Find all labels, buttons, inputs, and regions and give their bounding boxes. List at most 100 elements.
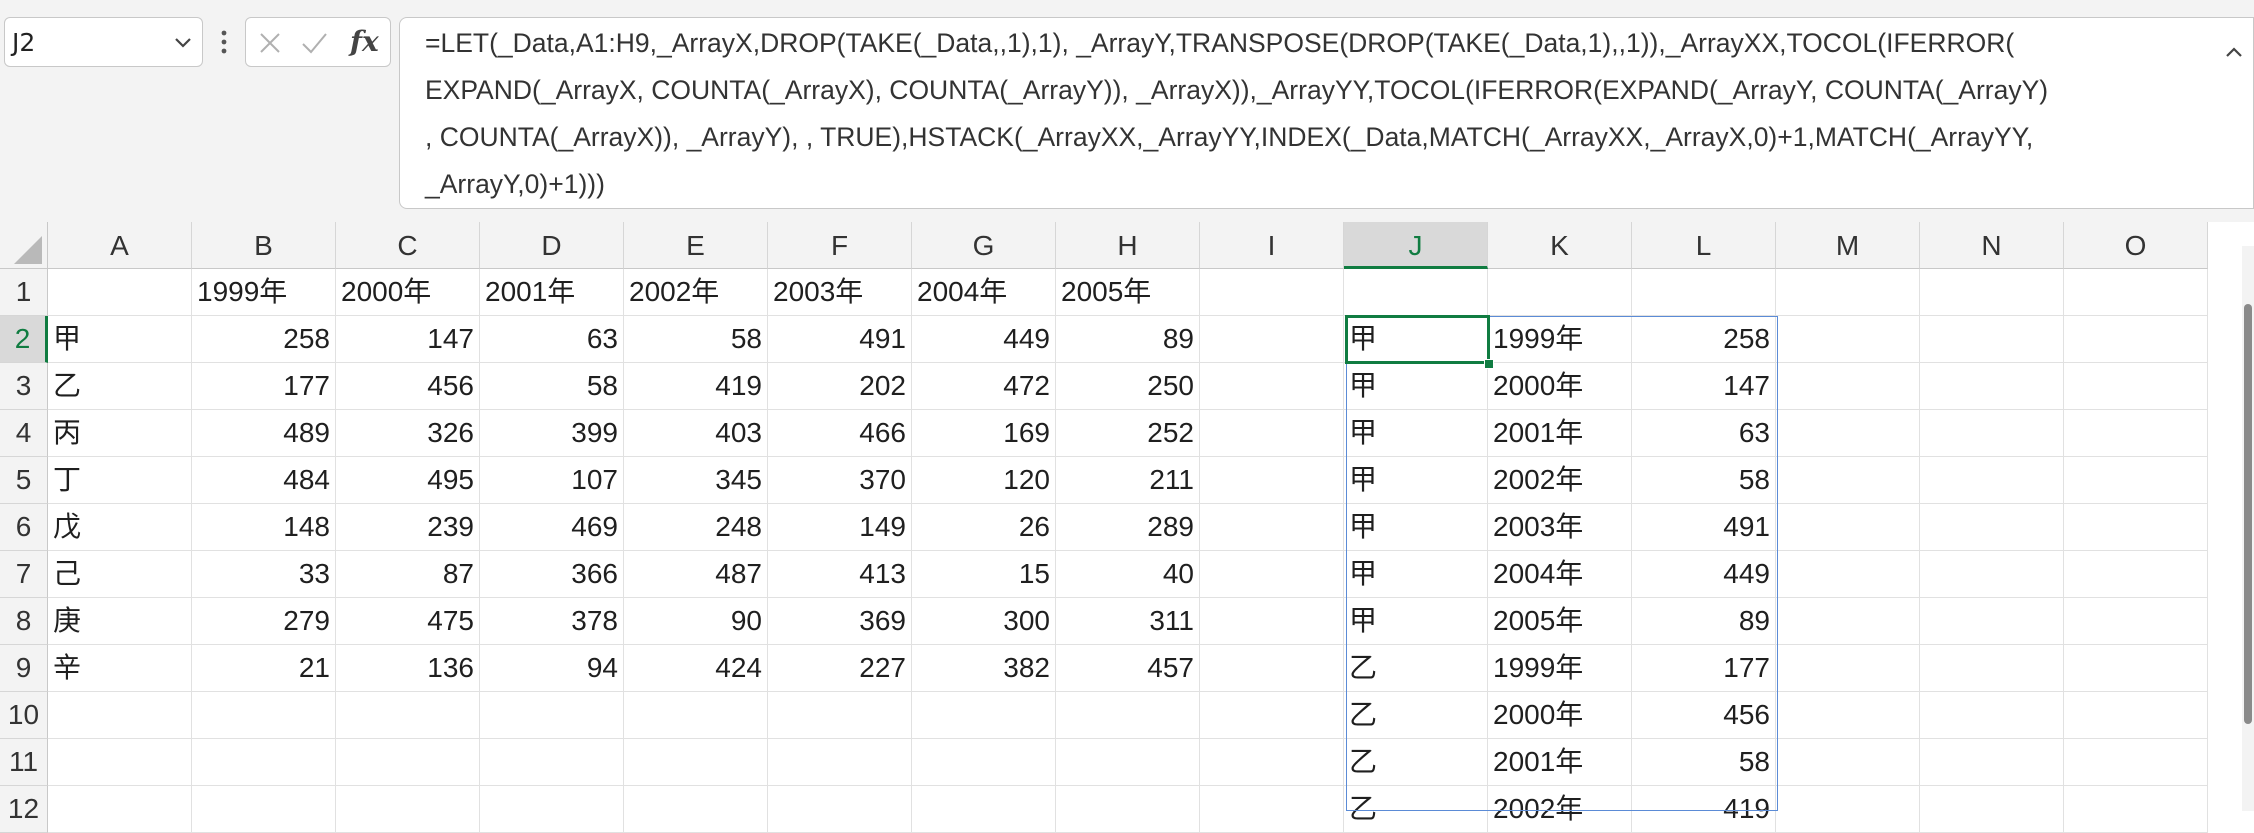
cell-m7[interactable] (1776, 551, 1920, 598)
cell-f3[interactable]: 202 (768, 363, 912, 410)
cell-l6[interactable]: 491 (1632, 504, 1776, 551)
cell-f9[interactable]: 227 (768, 645, 912, 692)
cell-g4[interactable]: 169 (912, 410, 1056, 457)
column-header-b[interactable]: B (192, 222, 336, 269)
column-header-a[interactable]: A (48, 222, 192, 269)
cell-e7[interactable]: 487 (624, 551, 768, 598)
cell-i2[interactable] (1200, 316, 1344, 363)
cell-m10[interactable] (1776, 692, 1920, 739)
cell-b1[interactable]: 1999年 (192, 269, 336, 316)
cell-b8[interactable]: 279 (192, 598, 336, 645)
cell-h3[interactable]: 250 (1056, 363, 1200, 410)
vertical-scrollbar[interactable] (2242, 246, 2254, 811)
cell-o1[interactable] (2064, 269, 2208, 316)
cell-c4[interactable]: 326 (336, 410, 480, 457)
cell-o12[interactable] (2064, 786, 2208, 833)
cell-d5[interactable]: 107 (480, 457, 624, 504)
cell-g3[interactable]: 472 (912, 363, 1056, 410)
cell-f2[interactable]: 491 (768, 316, 912, 363)
cell-i8[interactable] (1200, 598, 1344, 645)
cell-l12[interactable]: 419 (1632, 786, 1776, 833)
cell-j6[interactable]: 甲 (1344, 504, 1488, 551)
row-header-1[interactable]: 1 (0, 269, 48, 316)
cell-c11[interactable] (336, 739, 480, 786)
row-header-5[interactable]: 5 (0, 457, 48, 504)
cancel-icon[interactable] (254, 27, 286, 59)
cell-n9[interactable] (1920, 645, 2064, 692)
cell-b2[interactable]: 258 (192, 316, 336, 363)
cell-a9[interactable]: 辛 (48, 645, 192, 692)
cell-l2[interactable]: 258 (1632, 316, 1776, 363)
cell-l11[interactable]: 58 (1632, 739, 1776, 786)
cell-o3[interactable] (2064, 363, 2208, 410)
cell-k4[interactable]: 2001年 (1488, 410, 1632, 457)
cell-j7[interactable]: 甲 (1344, 551, 1488, 598)
row-header-7[interactable]: 7 (0, 551, 48, 598)
cell-g5[interactable]: 120 (912, 457, 1056, 504)
cell-d6[interactable]: 469 (480, 504, 624, 551)
cell-e8[interactable]: 90 (624, 598, 768, 645)
cell-c3[interactable]: 456 (336, 363, 480, 410)
cell-i7[interactable] (1200, 551, 1344, 598)
cell-f5[interactable]: 370 (768, 457, 912, 504)
cell-a6[interactable]: 戊 (48, 504, 192, 551)
cell-d4[interactable]: 399 (480, 410, 624, 457)
cell-h8[interactable]: 311 (1056, 598, 1200, 645)
cell-m3[interactable] (1776, 363, 1920, 410)
cell-i11[interactable] (1200, 739, 1344, 786)
cell-j10[interactable]: 乙 (1344, 692, 1488, 739)
cell-a8[interactable]: 庚 (48, 598, 192, 645)
cell-n4[interactable] (1920, 410, 2064, 457)
cell-m11[interactable] (1776, 739, 1920, 786)
column-header-k[interactable]: K (1488, 222, 1632, 269)
cell-f1[interactable]: 2003年 (768, 269, 912, 316)
cell-h2[interactable]: 89 (1056, 316, 1200, 363)
column-header-l[interactable]: L (1632, 222, 1776, 269)
row-header-10[interactable]: 10 (0, 692, 48, 739)
cell-g8[interactable]: 300 (912, 598, 1056, 645)
column-header-f[interactable]: F (768, 222, 912, 269)
cell-h6[interactable]: 289 (1056, 504, 1200, 551)
cell-e12[interactable] (624, 786, 768, 833)
more-options-icon[interactable] (210, 22, 238, 62)
cell-n5[interactable] (1920, 457, 2064, 504)
cell-e1[interactable]: 2002年 (624, 269, 768, 316)
cell-j3[interactable]: 甲 (1344, 363, 1488, 410)
column-header-n[interactable]: N (1920, 222, 2064, 269)
column-header-o[interactable]: O (2064, 222, 2208, 269)
cell-l1[interactable] (1632, 269, 1776, 316)
cell-e3[interactable]: 419 (624, 363, 768, 410)
cell-j4[interactable]: 甲 (1344, 410, 1488, 457)
cell-m12[interactable] (1776, 786, 1920, 833)
cell-b10[interactable] (192, 692, 336, 739)
insert-function-icon[interactable]: fx (350, 25, 379, 58)
column-header-d[interactable]: D (480, 222, 624, 269)
cell-a3[interactable]: 乙 (48, 363, 192, 410)
cell-a11[interactable] (48, 739, 192, 786)
column-header-g[interactable]: G (912, 222, 1056, 269)
cell-f11[interactable] (768, 739, 912, 786)
cell-i1[interactable] (1200, 269, 1344, 316)
cell-j8[interactable]: 甲 (1344, 598, 1488, 645)
cell-c10[interactable] (336, 692, 480, 739)
cell-n7[interactable] (1920, 551, 2064, 598)
scrollbar-thumb[interactable] (2244, 304, 2252, 724)
cell-o10[interactable] (2064, 692, 2208, 739)
cell-b5[interactable]: 484 (192, 457, 336, 504)
cell-e9[interactable]: 424 (624, 645, 768, 692)
cell-n6[interactable] (1920, 504, 2064, 551)
cell-n12[interactable] (1920, 786, 2064, 833)
formula-input[interactable]: =LET(_Data,A1:H9,_ArrayX,DROP(TAKE(_Data… (399, 17, 2254, 209)
cell-d9[interactable]: 94 (480, 645, 624, 692)
cell-g6[interactable]: 26 (912, 504, 1056, 551)
cell-n10[interactable] (1920, 692, 2064, 739)
cell-e5[interactable]: 345 (624, 457, 768, 504)
cell-j9[interactable]: 乙 (1344, 645, 1488, 692)
cell-m4[interactable] (1776, 410, 1920, 457)
cell-o11[interactable] (2064, 739, 2208, 786)
cell-i3[interactable] (1200, 363, 1344, 410)
cell-k7[interactable]: 2004年 (1488, 551, 1632, 598)
cell-d7[interactable]: 366 (480, 551, 624, 598)
cell-j1[interactable] (1344, 269, 1488, 316)
cell-b9[interactable]: 21 (192, 645, 336, 692)
